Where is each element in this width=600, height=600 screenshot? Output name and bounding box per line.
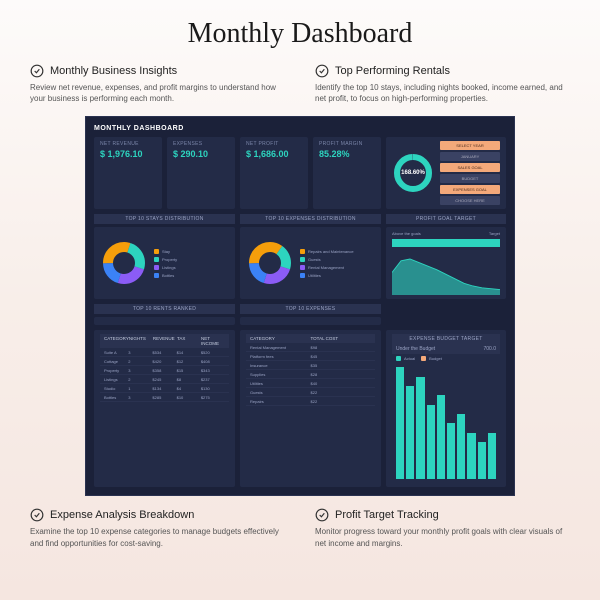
gauge-card: 168.60% SELECT YEAR JANUARY SALES GOAL B… xyxy=(386,137,506,209)
feature-expense-analysis: Expense Analysis Breakdown Examine the t… xyxy=(30,508,285,548)
legend-item: Bottles xyxy=(154,273,229,278)
feature-desc: Identify the top 10 stays, including nig… xyxy=(315,82,570,104)
legend-item: Listings xyxy=(154,265,229,270)
feature-desc: Monitor progress toward your monthly pro… xyxy=(315,526,570,548)
page-title: Monthly Dashboard xyxy=(30,18,570,50)
budget-button[interactable]: BUDGET xyxy=(440,174,500,183)
budget-card: EXPENSE BUDGET TARGET Under the Budget70… xyxy=(386,330,506,487)
kpi-margin: PROFIT MARGIN85.28% xyxy=(313,137,381,209)
legend-item: Stay xyxy=(154,249,229,254)
donut-chart-icon xyxy=(246,239,294,287)
check-circle-icon xyxy=(30,64,44,78)
gauge-icon: 168.60% xyxy=(392,152,434,194)
features-top: Monthly Business Insights Review net rev… xyxy=(30,64,570,104)
dashboard-title: MONTHLY DASHBOARD xyxy=(94,125,506,132)
legend-item: Rental Management xyxy=(300,265,375,270)
feature-desc: Review net revenue, expenses, and profit… xyxy=(30,82,285,104)
feature-desc: Examine the top 10 expense categories to… xyxy=(30,526,285,548)
control-buttons: SELECT YEAR JANUARY SALES GOAL BUDGET EX… xyxy=(440,141,500,205)
expenses-bars xyxy=(240,317,381,325)
expenses-table: CATEGORYTOTAL COSTRental Management$98Pl… xyxy=(240,330,381,487)
check-circle-icon xyxy=(30,508,44,522)
kpi-row: NET REVENUE$ 1,976.10 EXPENSES$ 290.10 N… xyxy=(94,137,506,209)
section-title: TOP 10 STAYS DISTRIBUTION xyxy=(94,214,235,224)
legend-item: Property xyxy=(154,257,229,262)
expenses-goal-button[interactable]: EXPENSES GOAL xyxy=(440,185,500,194)
check-circle-icon xyxy=(315,64,329,78)
legend-item: Guests xyxy=(300,257,375,262)
legend-item: Utilities xyxy=(300,273,375,278)
section-title: PROFIT GOAL TARGET xyxy=(386,214,506,224)
feature-rentals: Top Performing Rentals Identify the top … xyxy=(315,64,570,104)
feature-title: Top Performing Rentals xyxy=(335,65,450,77)
expenses-donut: Repairs and Maintenance Guests Rental Ma… xyxy=(240,227,381,299)
feature-title: Profit Target Tracking xyxy=(335,509,439,521)
select-year-button[interactable]: SELECT YEAR xyxy=(440,141,500,150)
stays-donut: Stay Property Listings Bottles xyxy=(94,227,235,299)
choose-button[interactable]: CHOOSE HERE xyxy=(440,196,500,205)
check-circle-icon xyxy=(315,508,329,522)
feature-profit-tracking: Profit Target Tracking Monitor progress … xyxy=(315,508,570,548)
section-title: TOP 10 RENTS RANKED xyxy=(94,304,235,314)
kpi-net-revenue: NET REVENUE$ 1,976.10 xyxy=(94,137,162,209)
stays-table: CATEGORYNIGHTSREVENUETAXNET INCOMESuite … xyxy=(94,330,235,487)
kpi-expenses: EXPENSES$ 290.10 xyxy=(167,137,235,209)
profit-goal-card: Above the goalsTarget xyxy=(386,227,506,299)
sales-goal-button[interactable]: SALES GOAL xyxy=(440,163,500,172)
kpi-net-profit: NET PROFIT$ 1,686.00 xyxy=(240,137,308,209)
area-chart-icon xyxy=(392,250,500,295)
legend-item: Repairs and Maintenance xyxy=(300,249,375,254)
month-button[interactable]: JANUARY xyxy=(440,152,500,161)
feature-insights: Monthly Business Insights Review net rev… xyxy=(30,64,285,104)
feature-title: Monthly Business Insights xyxy=(50,65,177,77)
stays-bars xyxy=(94,317,235,325)
donut-chart-icon xyxy=(100,239,148,287)
section-title: TOP 10 EXPENSES DISTRIBUTION xyxy=(240,214,381,224)
section-title: TOP 10 EXPENSES xyxy=(240,304,381,314)
feature-title: Expense Analysis Breakdown xyxy=(50,509,194,521)
features-bottom: Expense Analysis Breakdown Examine the t… xyxy=(30,508,570,548)
dashboard: MONTHLY DASHBOARD NET REVENUE$ 1,976.10 … xyxy=(85,116,515,496)
